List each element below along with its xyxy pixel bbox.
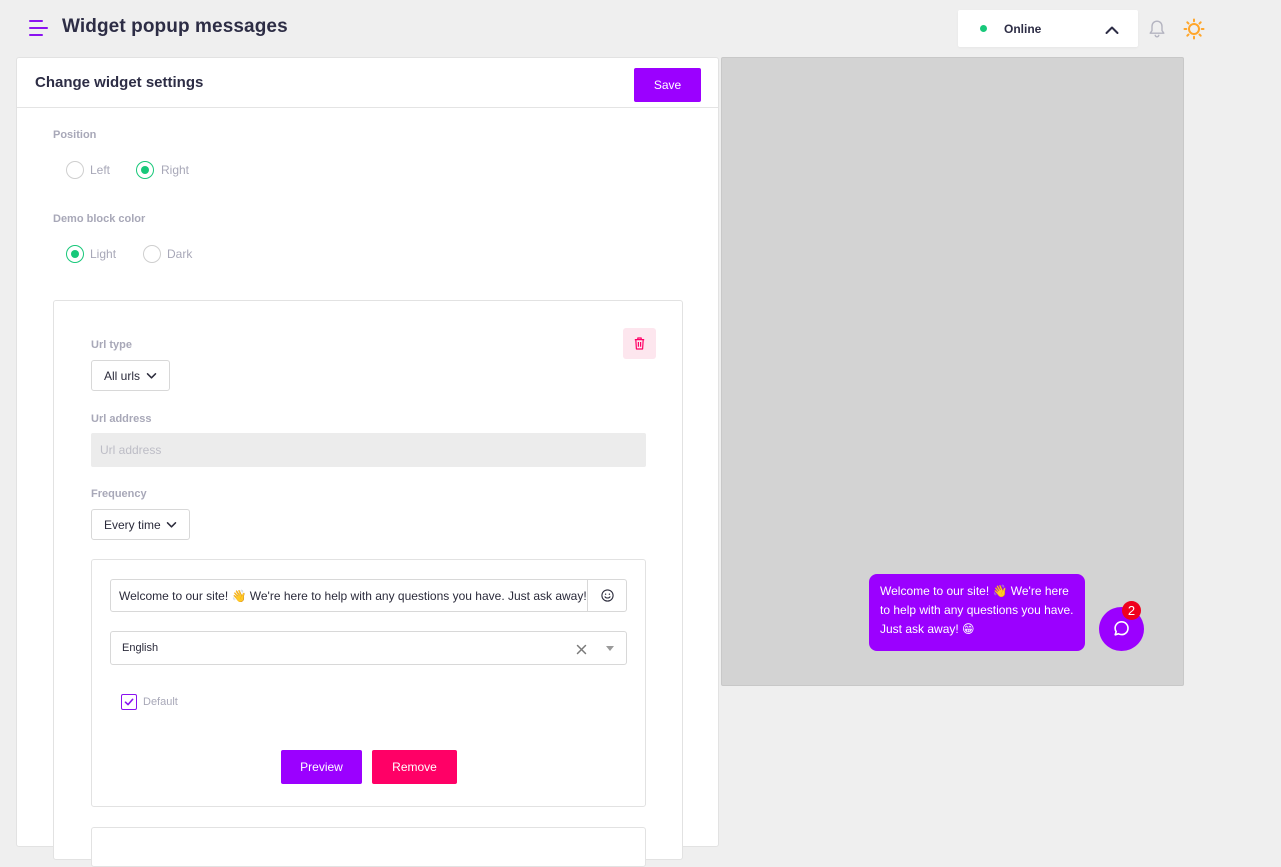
chevron-down-icon — [166, 522, 177, 528]
page-title: Widget popup messages — [62, 16, 288, 37]
panel-title: Change widget settings — [35, 74, 204, 91]
popup-message-bubble[interactable]: Welcome to our site! 👋 We're here to hel… — [869, 574, 1085, 651]
url-address-label: Url address — [91, 413, 152, 425]
next-message-card — [91, 827, 646, 867]
frequency-dropdown[interactable]: Every time — [91, 509, 190, 540]
message-input-group — [110, 579, 627, 612]
message-input[interactable] — [111, 580, 588, 611]
language-select[interactable]: English — [110, 631, 627, 665]
demo-block-color-label: Demo block color — [53, 213, 146, 225]
trash-icon — [634, 337, 645, 350]
remove-button[interactable]: Remove — [372, 750, 457, 784]
message-card: English Default Preview Remove — [91, 559, 646, 807]
url-type-value: All urls — [104, 369, 141, 383]
caret-down-icon[interactable] — [606, 646, 614, 651]
status-label: Online — [1004, 22, 1042, 36]
chevron-down-icon — [146, 373, 157, 379]
position-right-radio[interactable] — [136, 161, 154, 179]
unread-count-badge: 2 — [1122, 601, 1141, 620]
panel-header: Change widget settings Save — [17, 58, 718, 108]
select-divider — [594, 640, 595, 657]
widget-settings-panel: Change widget settings Save Position Lef… — [16, 57, 719, 867]
url-type-dropdown[interactable]: All urls — [91, 360, 170, 391]
url-type-label: Url type — [91, 339, 132, 351]
default-label[interactable]: Default — [143, 696, 178, 708]
top-bar: Widget popup messages Online — [0, 0, 1281, 57]
language-value: English — [122, 642, 159, 654]
delete-rule-button[interactable] — [623, 328, 656, 359]
popup-rule-card: Url type All urls Url address Frequency … — [53, 300, 683, 867]
frequency-label: Frequency — [91, 488, 147, 500]
position-left-radio[interactable] — [66, 161, 84, 179]
status-dropdown[interactable]: Online — [958, 10, 1138, 47]
position-left-label[interactable]: Left — [90, 163, 110, 177]
widget-preview-area: Welcome to our site! 👋 We're here to hel… — [721, 57, 1184, 686]
status-online-dot — [980, 25, 987, 32]
chat-launcher-button[interactable]: 2 — [1099, 601, 1144, 651]
position-label: Position — [53, 129, 97, 141]
menu-icon[interactable] — [29, 19, 49, 37]
clear-icon[interactable] — [576, 642, 587, 660]
save-button[interactable]: Save — [634, 68, 701, 102]
checkmark-icon — [124, 698, 134, 706]
chevron-up-icon — [1105, 22, 1119, 40]
color-light-label[interactable]: Light — [90, 247, 116, 261]
position-right-label[interactable]: Right — [161, 163, 189, 177]
emoji-picker-button[interactable] — [589, 580, 627, 611]
smiley-icon — [601, 589, 614, 602]
color-light-radio[interactable] — [66, 245, 84, 263]
frequency-value: Every time — [104, 518, 161, 532]
url-address-input[interactable] — [91, 433, 646, 467]
color-dark-label[interactable]: Dark — [167, 247, 192, 261]
bell-icon[interactable] — [1148, 19, 1166, 44]
preview-button[interactable]: Preview — [281, 750, 362, 784]
chat-bubble-icon — [1114, 621, 1129, 636]
default-checkbox[interactable] — [121, 694, 137, 710]
sun-icon[interactable] — [1183, 18, 1205, 45]
color-dark-radio[interactable] — [143, 245, 161, 263]
